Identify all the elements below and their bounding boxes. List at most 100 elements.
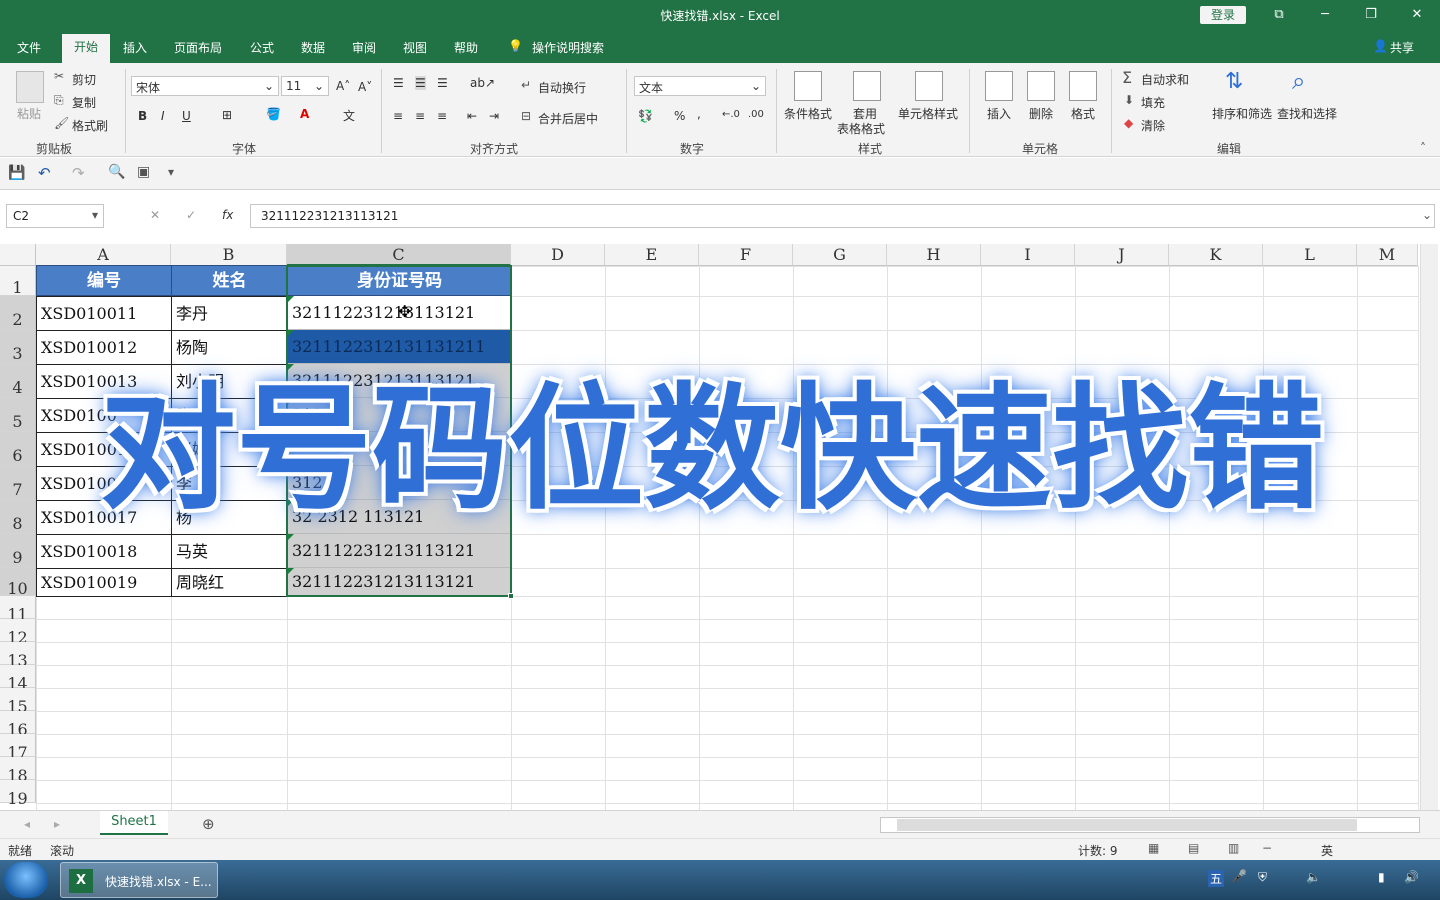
next-sheet-icon[interactable]: ▸ (54, 817, 60, 831)
tab-help[interactable]: 帮助 (454, 39, 478, 56)
id-number-cell[interactable]: 3211122312131131211 (288, 330, 511, 364)
name-box[interactable]: C2 (6, 204, 104, 228)
column-header[interactable]: B (171, 244, 287, 266)
row-header[interactable]: 15 (0, 688, 36, 716)
login-button[interactable]: 登录 (1200, 6, 1246, 24)
row-header[interactable]: 3 (0, 330, 36, 364)
format-cells-button[interactable]: 格式 (1071, 105, 1095, 122)
row-header[interactable]: 17 (0, 734, 36, 762)
tab-view[interactable]: 视图 (403, 39, 427, 56)
row-header[interactable]: 2 (0, 296, 36, 330)
ribbon-display-icon[interactable]: ⧉ (1256, 0, 1302, 30)
table-header-cell[interactable]: 姓名 (171, 265, 288, 296)
column-header[interactable]: J (1075, 244, 1169, 266)
close-button[interactable]: ✕ (1394, 0, 1440, 30)
column-header[interactable]: I (981, 244, 1075, 266)
row-header[interactable]: 19 (0, 780, 36, 808)
increase-decimal-icon[interactable]: ←.0 (722, 109, 740, 120)
insert-function-button[interactable]: fx (222, 208, 233, 222)
decrease-indent-icon[interactable]: ⇤ (467, 109, 477, 123)
table-cell[interactable]: XSD010019 (36, 568, 172, 597)
row-header[interactable]: 16 (0, 711, 36, 739)
cut-button[interactable]: 剪切 (72, 71, 96, 88)
customize-qat-icon[interactable]: ▾ (168, 165, 174, 179)
align-top-icon[interactable]: ☰ (393, 76, 404, 90)
column-header[interactable]: L (1263, 244, 1357, 266)
tab-home[interactable]: 开始 (62, 34, 110, 63)
conditional-format-button[interactable]: 条件格式 (784, 105, 832, 122)
row-header[interactable]: 11 (0, 596, 36, 624)
fill-button[interactable]: 填充 (1141, 94, 1165, 111)
restore-button[interactable]: ❐ (1348, 0, 1394, 30)
column-header[interactable]: G (793, 244, 887, 266)
delete-cells-button[interactable]: 删除 (1029, 105, 1053, 122)
column-header[interactable]: F (699, 244, 793, 266)
paste-button[interactable]: 粘贴 (17, 105, 41, 122)
start-button[interactable] (4, 862, 48, 898)
tab-page-layout[interactable]: 页面布局 (174, 39, 222, 56)
shield-icon[interactable]: ⛨ (1258, 870, 1267, 885)
align-center-icon[interactable]: ≡ (415, 109, 425, 123)
font-name-select[interactable]: 宋体 ⌄ (131, 76, 279, 96)
bold-button[interactable]: B (138, 109, 147, 123)
row-header[interactable]: 10 (0, 568, 36, 598)
page-break-icon[interactable]: ▥ (1228, 841, 1239, 855)
row-header[interactable]: 6 (0, 432, 36, 466)
vertical-scrollbar[interactable] (1420, 244, 1438, 810)
sheet-tab-sheet1[interactable]: Sheet1 (100, 811, 168, 835)
add-sheet-icon[interactable]: ⊕ (202, 815, 215, 833)
table-cell[interactable]: XSD010018 (36, 534, 172, 569)
underline-button[interactable]: U (182, 109, 191, 123)
save-icon[interactable]: 💾 (8, 165, 25, 181)
table-cell[interactable]: XSD010012 (36, 330, 172, 365)
tell-me-search[interactable]: 操作说明搜索 (532, 39, 604, 56)
network-icon[interactable]: ▮ (1378, 870, 1385, 884)
autosum-button[interactable]: 自动求和 (1141, 71, 1189, 88)
tab-file[interactable]: 文件 (17, 39, 41, 56)
row-header[interactable]: 13 (0, 642, 36, 670)
collapse-ribbon-icon[interactable]: ˄ (1420, 141, 1426, 155)
increase-indent-icon[interactable]: ⇥ (489, 109, 499, 123)
scroll-thumb[interactable] (897, 819, 1357, 831)
align-bottom-icon[interactable]: ☰ (437, 76, 448, 90)
table-header-cell[interactable]: 身份证号码 (287, 265, 512, 296)
tab-insert[interactable]: 插入 (123, 39, 147, 56)
print-preview-icon[interactable]: 🔍 (108, 164, 125, 180)
row-header[interactable]: 14 (0, 665, 36, 693)
row-header[interactable]: 12 (0, 619, 36, 647)
column-header[interactable]: E (605, 244, 699, 266)
zoom-out-icon[interactable]: − (1262, 841, 1272, 855)
paste-icon[interactable] (16, 71, 44, 103)
number-format-select[interactable]: 文本 ⌄ (634, 76, 766, 96)
share-button[interactable]: 共享 (1390, 39, 1414, 56)
row-header[interactable]: 4 (0, 364, 36, 398)
comma-icon[interactable]: , (697, 107, 701, 121)
find-select-button[interactable]: 查找和选择 (1277, 105, 1337, 122)
cell-styles-button[interactable]: 单元格样式 (898, 105, 958, 122)
row-header[interactable]: 5 (0, 398, 36, 432)
font-color-icon[interactable]: A (300, 107, 309, 121)
page-layout-icon[interactable]: ▤ (1188, 841, 1199, 855)
table-header-cell[interactable]: 编号 (36, 265, 172, 296)
row-header[interactable]: 7 (0, 466, 36, 500)
insert-cells-button[interactable]: 插入 (987, 105, 1011, 122)
tab-review[interactable]: 审阅 (352, 39, 376, 56)
sort-filter-button[interactable]: 排序和筛选 (1212, 105, 1272, 122)
row-header[interactable]: 1 (0, 266, 36, 297)
shrink-font-icon[interactable]: A˅ (358, 80, 372, 94)
cancel-icon[interactable]: ✕ (150, 208, 160, 222)
fill-handle[interactable] (508, 593, 514, 599)
align-right-icon[interactable]: ≡ (437, 109, 447, 123)
italic-button[interactable]: I (161, 109, 165, 123)
format-table-label-2[interactable]: 表格格式 (837, 120, 885, 137)
taskbar-excel-app[interactable]: X 快速找错.xlsx - E... (60, 862, 218, 898)
table-cell[interactable]: XSD010011 (36, 296, 172, 331)
column-header[interactable]: C (287, 244, 511, 266)
table-cell[interactable]: 杨陶 (171, 330, 288, 365)
select-all-corner[interactable] (0, 244, 36, 266)
undo-icon[interactable]: ↶ (38, 164, 51, 182)
minimize-button[interactable]: ─ (1302, 0, 1348, 30)
row-header[interactable]: 18 (0, 757, 36, 785)
copy-button[interactable]: 复制 (72, 94, 96, 111)
prev-sheet-icon[interactable]: ◂ (24, 817, 30, 831)
